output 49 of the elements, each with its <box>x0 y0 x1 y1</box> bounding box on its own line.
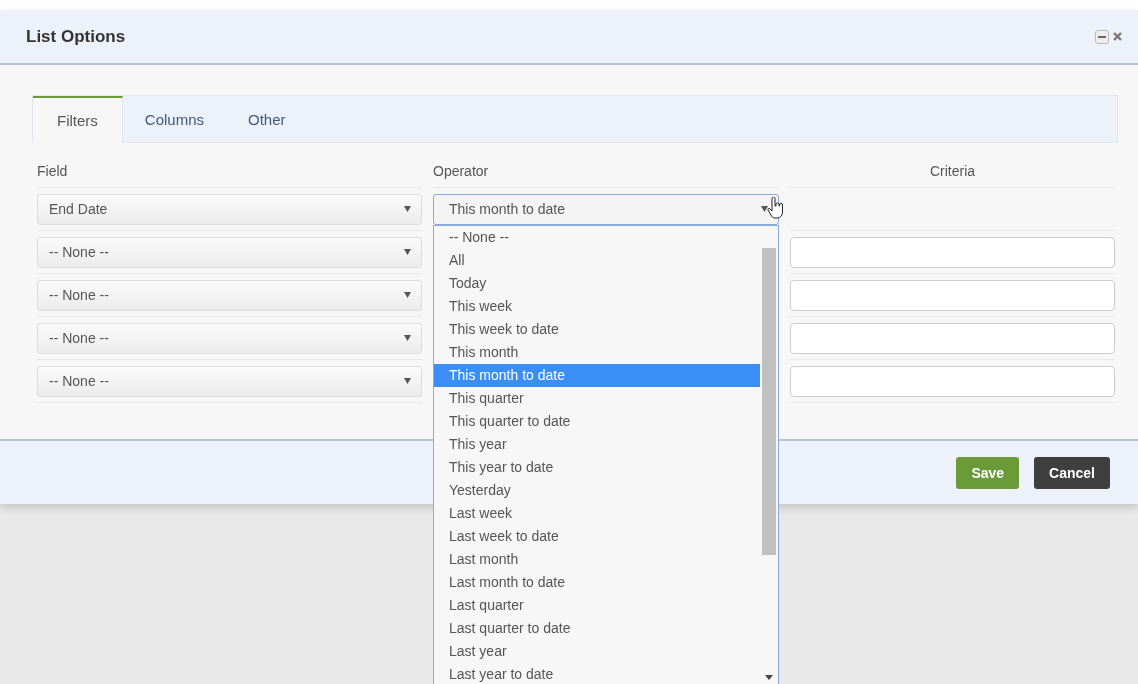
caret-icon <box>761 206 768 212</box>
tab[interactable]: Columns <box>122 96 227 142</box>
minimize-button[interactable] <box>1095 29 1109 44</box>
dropdown-option[interactable]: Last week <box>434 502 760 525</box>
minus-icon <box>1098 35 1106 38</box>
dropdown-option[interactable]: Last quarter to date <box>434 617 760 640</box>
cancel-button[interactable]: Cancel <box>1034 456 1110 489</box>
close-button[interactable] <box>1113 32 1122 41</box>
caret-icon <box>404 249 411 255</box>
field-dropdown[interactable]: -- None -- <box>37 322 422 354</box>
dropdown-option[interactable]: This quarter to date <box>434 410 760 433</box>
tab[interactable]: Other <box>226 96 308 142</box>
field-dropdown[interactable]: End Date <box>37 193 422 225</box>
dropdown-option[interactable]: Last quarter <box>434 594 760 617</box>
column-header: Operator <box>433 163 489 179</box>
scroll-down-icon[interactable] <box>765 675 773 680</box>
dropdown-option[interactable]: Last month to date <box>434 571 760 594</box>
caret-icon <box>404 335 411 341</box>
criteria-field[interactable] <box>790 236 1115 268</box>
field-dropdown[interactable]: -- None -- <box>37 365 422 397</box>
dropdown-option[interactable]: All <box>434 249 760 272</box>
dropdown-option[interactable]: This month <box>434 341 760 364</box>
dropdown-option[interactable]: This year to date <box>434 456 760 479</box>
dropdown-option[interactable]: Today <box>434 272 760 295</box>
dropdown-option[interactable]: Last year to date <box>434 663 760 684</box>
dropdown-option[interactable]: This quarter <box>434 387 760 410</box>
caret-icon <box>404 292 411 298</box>
dropdown-option[interactable]: This week <box>434 295 760 318</box>
caret-icon <box>404 378 411 384</box>
dropdown-option[interactable]: Yesterday <box>434 479 760 502</box>
dropdown-option[interactable]: -- None -- <box>434 226 760 249</box>
dialog-title: List Options <box>26 26 127 47</box>
column-header: Field <box>37 163 68 179</box>
operator-dropdown[interactable]: This month to date <box>433 193 779 225</box>
dropdown-option[interactable]: Last month <box>434 548 760 571</box>
field-dropdown[interactable]: -- None -- <box>37 279 422 311</box>
dropdown-option[interactable]: This year <box>434 433 760 456</box>
hand-cursor-icon <box>767 197 785 219</box>
criteria-field[interactable] <box>790 322 1115 354</box>
dropdown-option[interactable]: This week to date <box>434 318 760 341</box>
criteria-field[interactable] <box>790 279 1115 311</box>
criteria-field[interactable] <box>790 365 1115 397</box>
column-header: Criteria <box>929 163 976 179</box>
tab[interactable]: Filters <box>33 96 123 143</box>
field-dropdown[interactable]: -- None -- <box>37 236 422 268</box>
caret-icon <box>404 206 411 212</box>
dropdown-option[interactable]: Last year <box>434 640 760 663</box>
dropdown-option[interactable]: Last week to date <box>434 525 760 548</box>
scroll-thumb[interactable] <box>762 248 776 555</box>
